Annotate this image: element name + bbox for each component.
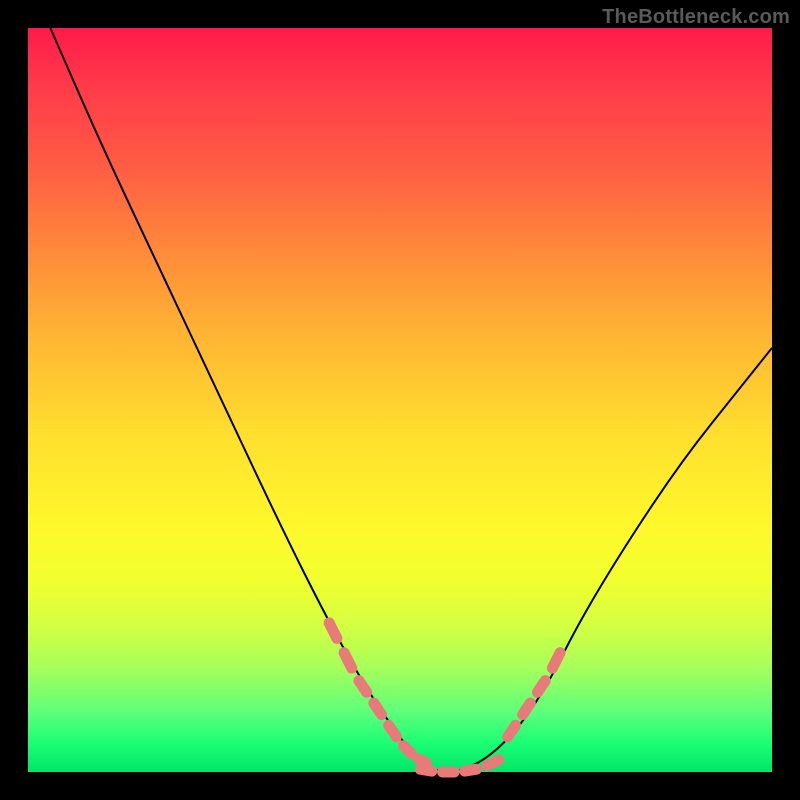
highlight-dash <box>552 653 560 668</box>
highlight-dash <box>487 760 499 766</box>
watermark-label: TheBottleneck.com <box>602 6 790 29</box>
highlight-dash <box>359 681 367 693</box>
highlight-dash <box>508 725 516 737</box>
highlight-dash <box>374 703 382 715</box>
highlight-dash <box>465 769 477 771</box>
highlight-dash <box>418 759 426 763</box>
highlight-dash <box>420 769 432 771</box>
highlight-dash <box>344 653 352 668</box>
highlight-dash <box>404 746 412 754</box>
curve-line <box>50 28 772 772</box>
highlight-dash <box>537 681 545 693</box>
chart-svg <box>28 28 772 772</box>
highlight-dash <box>523 703 531 715</box>
plot-area <box>28 28 772 772</box>
highlight-dash <box>389 725 397 737</box>
chart-frame: TheBottleneck.com <box>0 0 800 800</box>
highlight-dash <box>329 623 337 638</box>
